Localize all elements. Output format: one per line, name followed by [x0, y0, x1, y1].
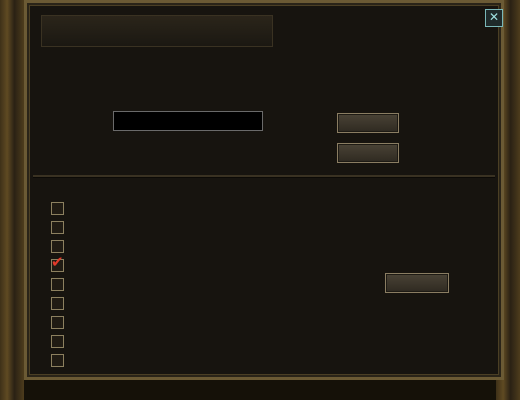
cancel-button[interactable]	[337, 143, 399, 163]
guild-row-checkbox[interactable]	[51, 240, 64, 253]
guild-row-checkbox[interactable]	[51, 278, 64, 291]
checkmark-icon: ✔	[51, 253, 64, 271]
apply-join-button[interactable]	[337, 113, 399, 133]
guild-row[interactable]	[27, 334, 357, 352]
guild-row[interactable]	[27, 296, 357, 314]
guild-row[interactable]	[27, 277, 357, 295]
guild-row[interactable]	[27, 315, 357, 333]
join-guild-dialog: ✕ ✔	[24, 0, 504, 380]
guild-row-checkbox[interactable]	[51, 202, 64, 215]
guild-row-checkbox[interactable]: ✔	[51, 255, 64, 272]
apply-now-button[interactable]	[385, 273, 449, 293]
section-divider	[33, 175, 495, 178]
guild-row[interactable]	[27, 239, 357, 257]
guild-row[interactable]	[27, 201, 357, 219]
guild-row-checkbox[interactable]	[51, 335, 64, 348]
guild-row-checkbox[interactable]	[51, 221, 64, 234]
guild-row[interactable]: ✔	[27, 255, 357, 276]
guild-row[interactable]	[27, 220, 357, 238]
game-scenery-left	[0, 0, 24, 400]
guild-row-checkbox[interactable]	[51, 354, 64, 367]
close-icon: ✕	[488, 10, 500, 24]
guild-row[interactable]	[27, 353, 357, 371]
guild-row-checkbox[interactable]	[51, 297, 64, 310]
close-button[interactable]: ✕	[485, 9, 503, 27]
title-bar[interactable]	[41, 15, 273, 47]
guild-name-input[interactable]	[113, 111, 263, 131]
guild-row-checkbox[interactable]	[51, 316, 64, 329]
